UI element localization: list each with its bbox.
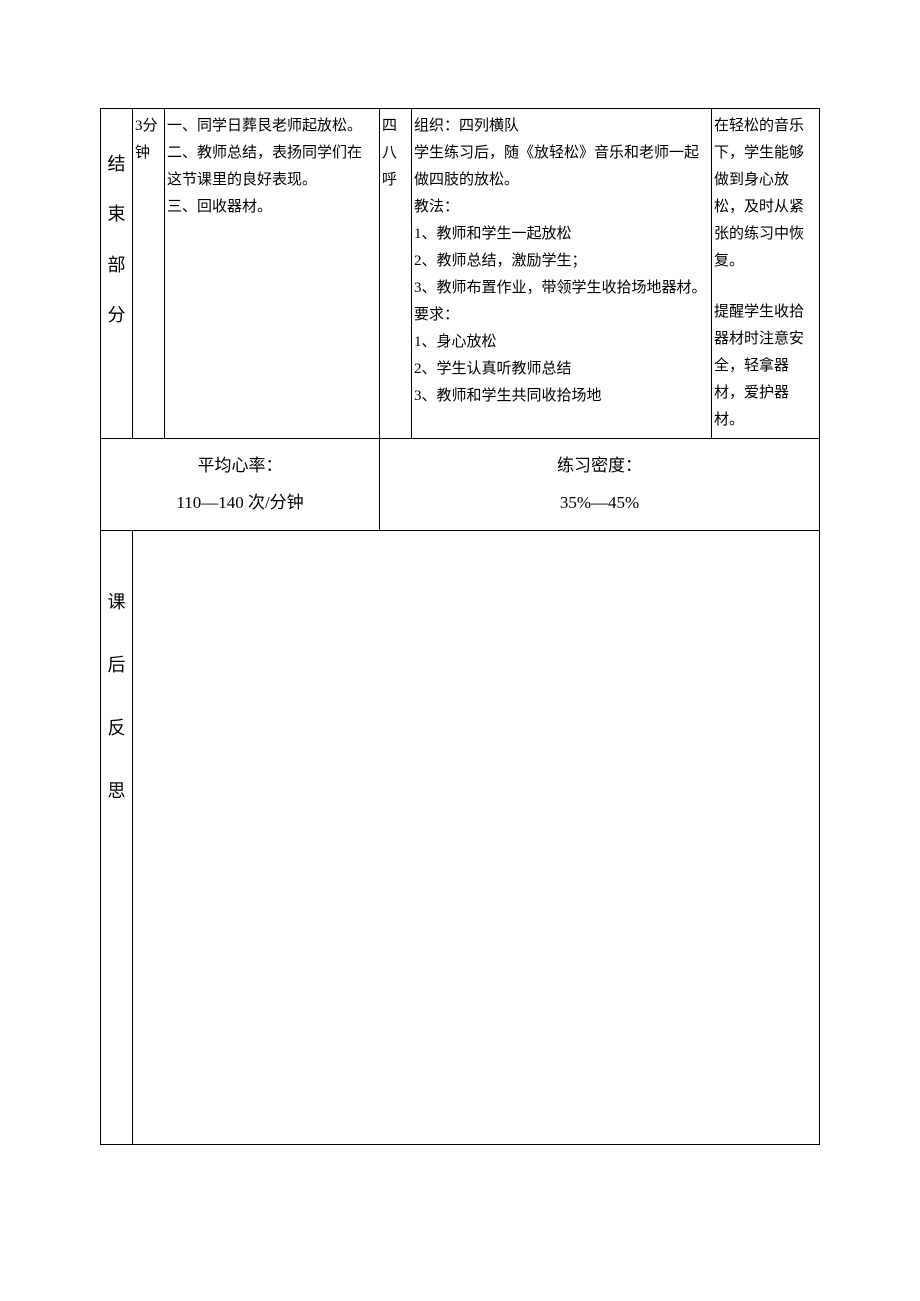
content-line: 一、同学日葬艮老师起放松。 — [167, 118, 362, 134]
note-para-1: 在轻松的音乐下，学生能够做到身心放松，及时从紧张的练习中恢复。 — [714, 113, 817, 275]
method-line: 教法： — [414, 194, 709, 221]
content-line: 二、教师总结，表扬同学们在 — [167, 145, 362, 161]
table-row: 结 束 部 分 3分钟 一、同学日葬艮老师起放松。 二、教师总结，表扬同学们在 … — [101, 109, 820, 439]
note-cell: 在轻松的音乐下，学生能够做到身心放松，及时从紧张的练习中恢复。 提醒学生收拾器材… — [712, 109, 820, 439]
reflection-label-cell: 课 后 反 思 — [101, 530, 133, 1144]
method-line: 2、教师总结，激励学生； — [414, 248, 709, 275]
spacer — [714, 275, 817, 299]
reflection-body-cell — [133, 530, 820, 1144]
content-line: 三、回收器材。 — [167, 199, 272, 215]
density-cell: 练习密度： 35%—45% — [380, 439, 820, 531]
method-cell: 组织：四列横队 学生练习后，随《放轻松》音乐和老师一起做四肢的放松。 教法： 1… — [412, 109, 712, 439]
method-line: 2、学生认真听教师总结 — [414, 356, 709, 383]
heart-rate-cell: 平均心率： 110—140 次/分钟 — [101, 439, 380, 531]
method-line: 要求： — [414, 302, 709, 329]
reflect-char-1: 课 — [108, 592, 126, 612]
time-cell: 3分钟 — [133, 109, 165, 439]
section-char-4: 分 — [108, 305, 126, 325]
density-label: 练习密度： — [384, 447, 815, 484]
table-row-metrics: 平均心率： 110—140 次/分钟 练习密度： 35%—45% — [101, 439, 820, 531]
method-line: 3、教师和学生共同收拾场地 — [414, 383, 709, 410]
method-line: 学生练习后，随《放轻松》音乐和老师一起做四肢的放松。 — [414, 140, 709, 194]
content-cell: 一、同学日葬艮老师起放松。 二、教师总结，表扬同学们在 这节课里的良好表现。 三… — [165, 109, 380, 439]
reflect-char-3: 反 — [108, 718, 126, 738]
section-char-3: 部 — [108, 255, 126, 275]
document-page: 结 束 部 分 3分钟 一、同学日葬艮老师起放松。 二、教师总结，表扬同学们在 … — [0, 0, 920, 1301]
table-row-reflection: 课 后 反 思 — [101, 530, 820, 1144]
note-para-2: 提醒学生收拾器材时注意安全，轻拿器材，爱护器材。 — [714, 299, 817, 434]
density-value: 35%—45% — [384, 484, 815, 521]
count-cell: 四八呼 — [380, 109, 412, 439]
lesson-plan-table: 结 束 部 分 3分钟 一、同学日葬艮老师起放松。 二、教师总结，表扬同学们在 … — [100, 108, 820, 1145]
section-char-2: 束 — [108, 204, 126, 224]
heart-rate-value: 110—140 次/分钟 — [105, 484, 375, 521]
heart-rate-label: 平均心率： — [105, 447, 375, 484]
content-line: 这节课里的良好表现。 — [167, 172, 317, 188]
method-line: 组织：四列横队 — [414, 113, 709, 140]
section-label-end: 结 束 部 分 — [101, 109, 133, 439]
section-char-1: 结 — [108, 154, 126, 174]
reflect-char-2: 后 — [108, 655, 126, 675]
method-line: 1、身心放松 — [414, 329, 709, 356]
method-line: 3、教师布置作业，带领学生收拾场地器材。 — [414, 275, 709, 302]
reflect-char-4: 思 — [108, 781, 126, 801]
method-line: 1、教师和学生一起放松 — [414, 221, 709, 248]
